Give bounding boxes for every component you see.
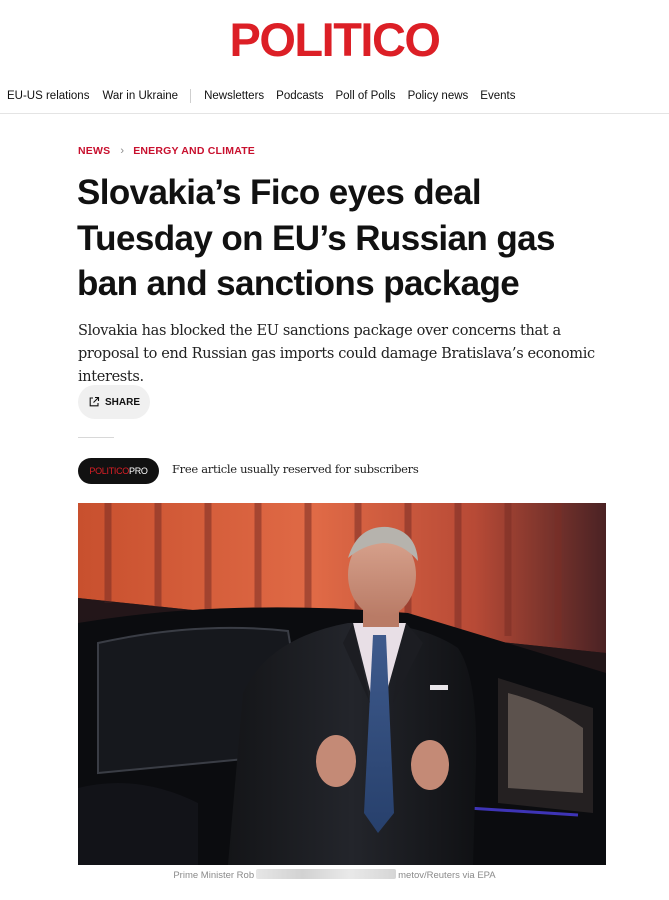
- photo-caption: Prime Minister Rob metov/Reuters via EPA: [0, 869, 669, 881]
- nav-item-poll-of-polls[interactable]: Poll of Polls: [335, 86, 395, 106]
- divider: [78, 437, 114, 438]
- breadcrumb-news[interactable]: NEWS: [78, 145, 110, 157]
- nav-item-policy-news[interactable]: Policy news: [408, 86, 469, 106]
- photo-caption-start: Prime Minister Rob: [173, 870, 255, 881]
- politico-logo[interactable]: POLITICO: [230, 13, 441, 66]
- article-dek: Slovakia has blocked the EU sanctions pa…: [78, 323, 595, 385]
- politico-pro-badge[interactable]: POLITICO PRO: [78, 458, 159, 484]
- share-label: SHARE: [104, 396, 140, 408]
- nav-divider-line: [0, 113, 669, 114]
- share-button[interactable]: SHARE: [78, 385, 150, 419]
- section-nav: EU-US relations War in Ukraine Newslette…: [0, 86, 669, 106]
- nav-item-war-in-ukraine[interactable]: War in Ukraine: [102, 86, 178, 106]
- nav-divider: [190, 89, 192, 103]
- breadcrumb-energy-and-climate[interactable]: ENERGY AND CLIMATE: [133, 145, 255, 157]
- subscriber-note: Free article usually reserved for subscr…: [172, 462, 419, 476]
- caption-redacted-area: [256, 869, 397, 879]
- pro-badge-pro: PRO: [129, 466, 148, 476]
- logo-container: POLITICO: [0, 14, 669, 66]
- photo-caption-end: metov/Reuters via EPA: [398, 870, 496, 881]
- nav-item-events[interactable]: Events: [480, 86, 515, 106]
- nav-item-newsletters[interactable]: Newsletters: [204, 86, 264, 106]
- share-external-icon: [89, 396, 100, 407]
- lead-photo-illustration: [78, 503, 606, 865]
- pro-badge-politico: POLITICO: [89, 466, 129, 476]
- lead-photo: [78, 503, 606, 865]
- article-headline: Slovakia’s Fico eyes deal Tuesday on EU’…: [77, 173, 555, 303]
- breadcrumb: NEWS › ENERGY AND CLIMATE: [78, 145, 255, 157]
- nav-item-eu-us-relations[interactable]: EU-US relations: [7, 86, 89, 106]
- nav-item-podcasts[interactable]: Podcasts: [276, 86, 323, 106]
- chevron-right-icon: ›: [120, 145, 125, 157]
